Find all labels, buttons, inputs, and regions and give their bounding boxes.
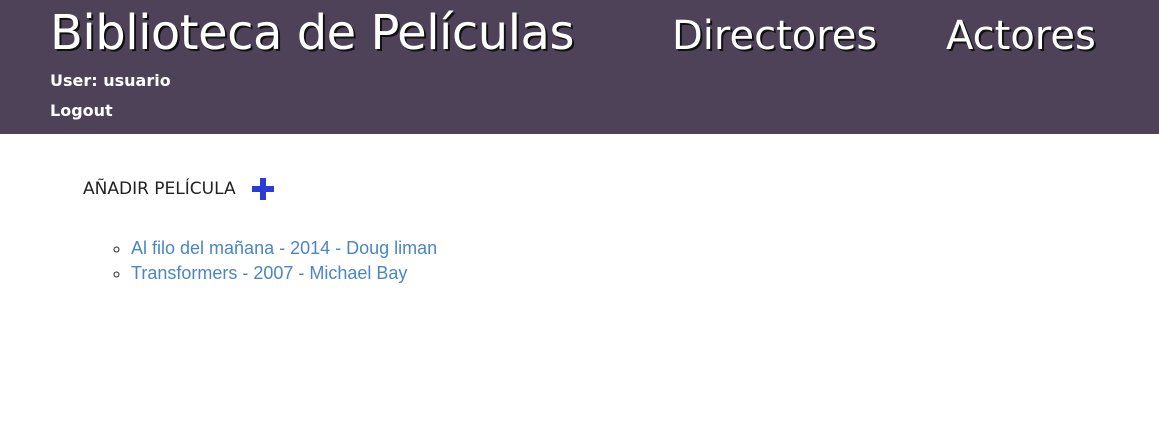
- nav-link-directores[interactable]: Directores: [672, 8, 877, 64]
- site-header: Biblioteca de Películas Directores Actor…: [0, 0, 1159, 134]
- film-link[interactable]: Transformers - 2007 - Michael Bay: [131, 263, 407, 283]
- logout-link[interactable]: Logout: [50, 100, 113, 122]
- nav-link-actores[interactable]: Actores: [946, 8, 1096, 64]
- add-film-label: AÑADIR PELÍCULA: [83, 179, 236, 199]
- site-title-link[interactable]: Biblioteca de Películas: [50, 0, 574, 66]
- list-item: Al filo del mañana - 2014 - Doug liman: [131, 236, 437, 261]
- film-list: Al filo del mañana - 2014 - Doug liman T…: [88, 236, 437, 286]
- add-film-row: AÑADIR PELÍCULA: [83, 176, 274, 202]
- current-user-label: User: usuario: [50, 71, 171, 90]
- plus-icon[interactable]: [251, 178, 274, 200]
- film-link[interactable]: Al filo del mañana - 2014 - Doug liman: [131, 238, 437, 258]
- list-item: Transformers - 2007 - Michael Bay: [131, 261, 437, 286]
